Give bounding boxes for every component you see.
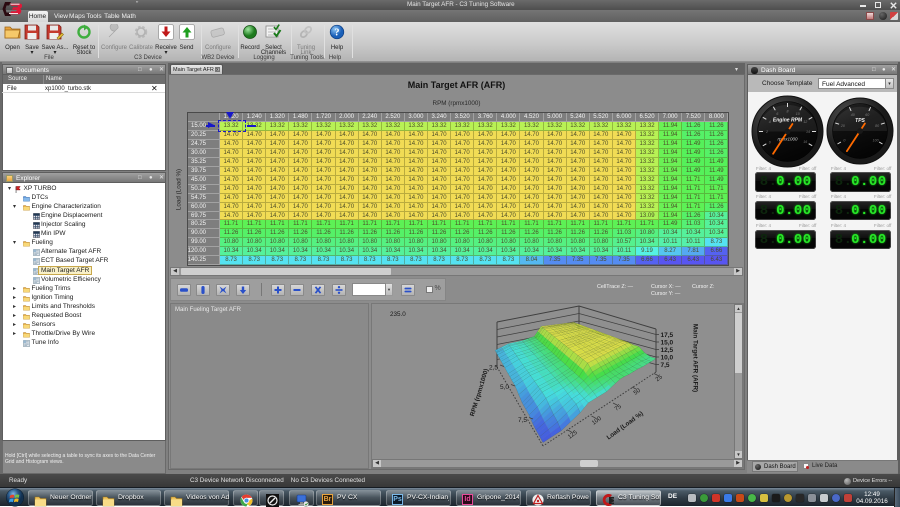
svg-text:20: 20 [840,123,845,127]
svg-text:60: 60 [865,113,869,117]
svg-text:4: 4 [768,119,770,123]
svg-text:10: 10 [795,112,799,116]
svg-text:100: 100 [873,138,879,142]
svg-text:12: 12 [803,119,807,123]
svg-text:Engine RPM: Engine RPM [772,117,802,123]
svg-text:2: 2 [765,130,768,134]
svg-text:0: 0 [843,138,845,142]
svg-text:14: 14 [806,130,810,134]
svg-text:16: 16 [803,140,807,144]
svg-text:?: ? [335,27,340,38]
svg-text:6: 6 [776,112,778,116]
svg-text:8: 8 [786,109,788,113]
svg-text:0: 0 [768,140,770,144]
svg-text:80: 80 [875,123,879,127]
svg-text:40: 40 [851,113,855,117]
svg-text:TPS: TPS [855,117,865,123]
